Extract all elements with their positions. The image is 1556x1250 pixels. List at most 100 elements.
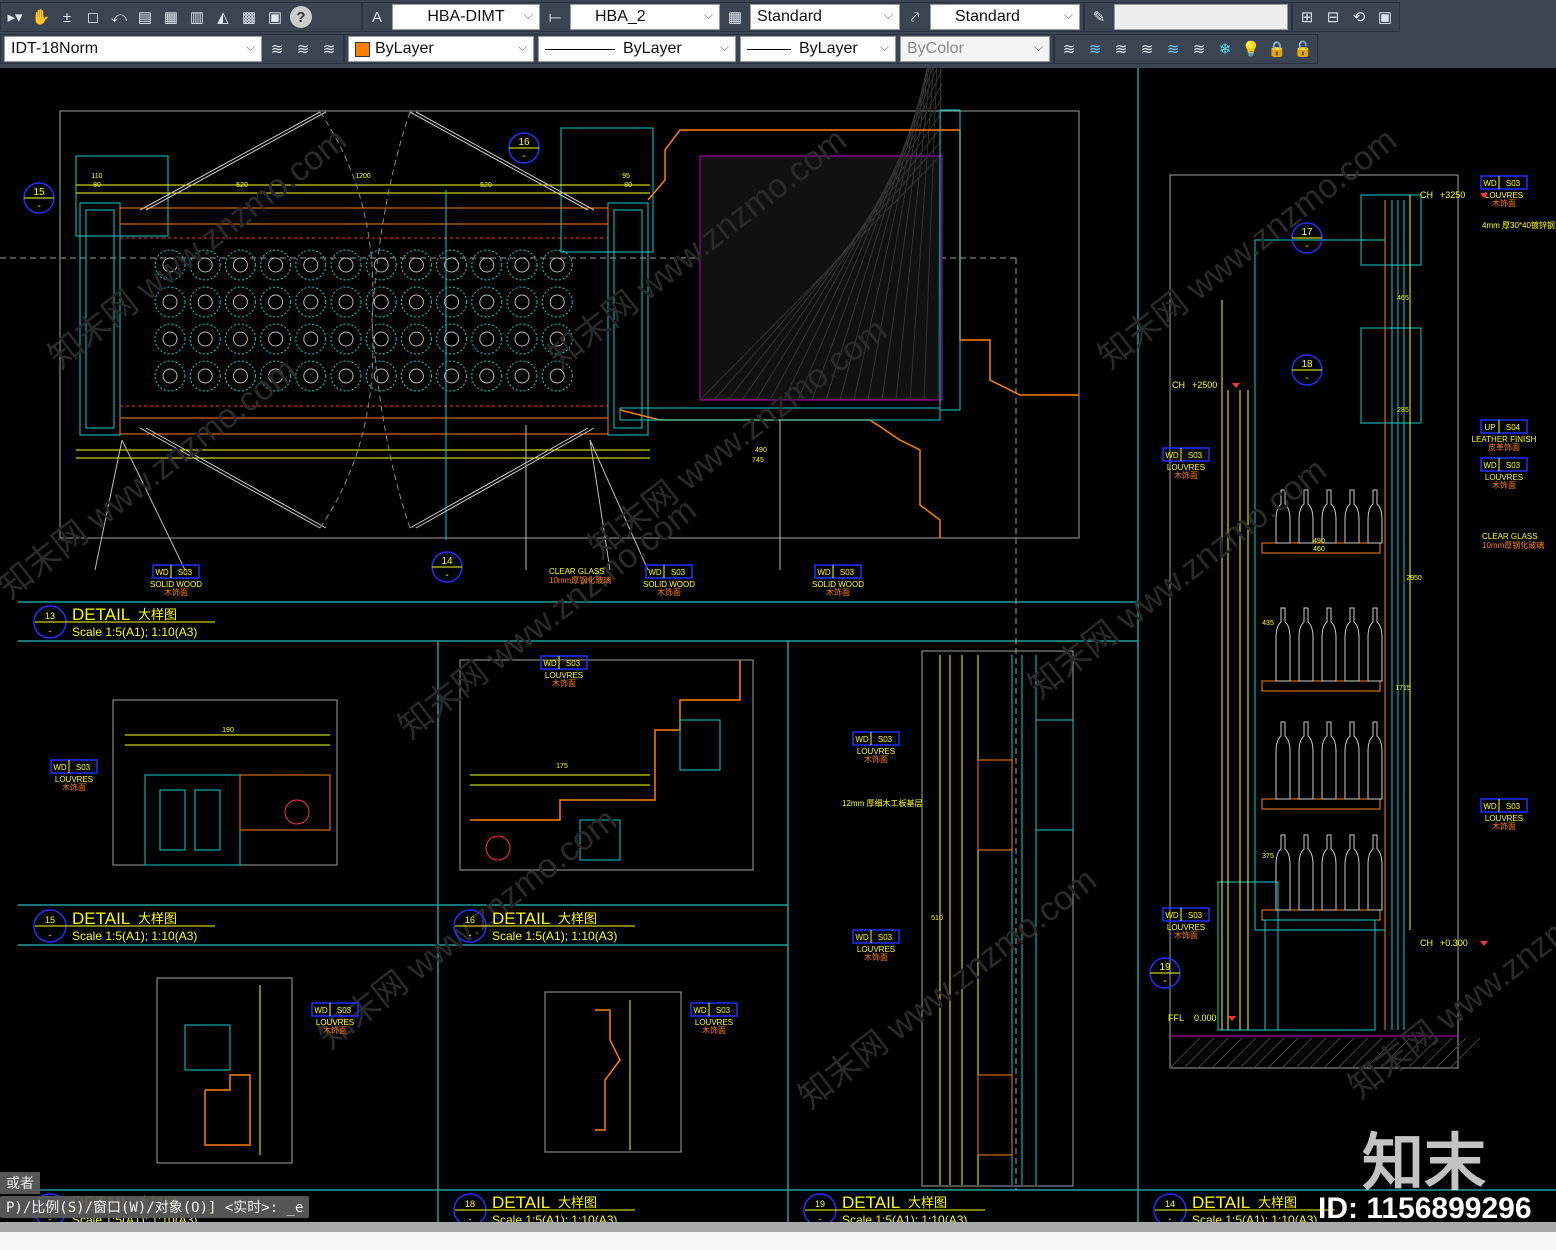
dim-style-icon[interactable]: ⟝ [544,6,566,28]
lineweight-dropdown[interactable]: ByLayer ⌵ [740,36,896,62]
tag-number: S03 [840,568,855,577]
tool-palette-icon[interactable]: ▥ [186,6,208,28]
floor-hatch [1211,1037,1243,1069]
bottle-outline [224,323,256,355]
lineweight-value: ByLayer [799,40,858,57]
table-style-icon[interactable]: ▦ [724,6,746,28]
help-icon[interactable]: ? [290,6,312,28]
design-center-icon[interactable]: ▦ [160,6,182,28]
named-view-icon[interactable]: ✎ [1088,6,1110,28]
linetype-dropdown[interactable]: ByLayer ⌵ [538,36,736,62]
section-block [159,789,186,851]
view-field[interactable] [1114,4,1288,30]
layer-isolate-icon[interactable]: ≋ [1162,38,1184,60]
bottle-neck [162,331,178,347]
bottle-neck [444,257,460,273]
bottle-neck [479,257,495,273]
wine-bottle [1367,489,1383,544]
layer-unisolate-icon[interactable]: ≋ [1188,38,1210,60]
wine-bottle [1321,721,1337,800]
bottle-outline [400,286,432,318]
zoom-previous-icon[interactable]: ⤺ [108,6,130,28]
bottle-neck [408,257,424,273]
mleader-style-icon[interactable]: ⤤ [904,6,926,28]
layer-move-icon[interactable]: ≋ [1110,38,1132,60]
bottle-outline [189,286,221,318]
layer-off-icon[interactable]: 💡 [1240,38,1262,60]
drawing-canvas[interactable]: 知末网 www.znzmo.com 知末网 www.znzmo.com 知末网 ww… [0,68,1556,1222]
detail-title: DETAIL [72,605,130,624]
callout-sheet: - [1305,373,1308,384]
door-leaf [415,111,595,211]
dimension-text: 285 [1397,407,1409,414]
layers-toolbar: IDT-18Norm ⌵ ≋ ≋ ≋ [0,34,344,64]
detail-title: DETAIL [492,909,550,928]
line-sample [545,48,615,50]
layer-make-current-icon[interactable]: ≋ [266,38,288,60]
bottle-outline [436,360,468,392]
level-marker-icon [1228,1016,1236,1021]
bottle-neck [197,368,213,384]
layer-dropdown[interactable]: IDT-18Norm ⌵ [4,36,262,62]
tag-number: S04 [1506,423,1521,432]
floor-hatch [1449,1037,1481,1069]
profile [977,1074,1013,1156]
tag-desc-cn: 木饰面 [323,1025,347,1035]
bottle-outline [154,360,186,392]
select-arrow-icon[interactable]: ▸▾ [4,6,26,28]
text-style-icon[interactable]: A [366,6,388,28]
zoom-window-icon[interactable]: ◻ [82,6,104,28]
mleader-style-dropdown[interactable]: Standard ⌵ [930,4,1080,30]
layer-value: IDT-18Norm [11,40,99,57]
layer-previous-icon[interactable]: ≋ [292,38,314,60]
level-value: +3250 [1440,190,1465,200]
callout-box [1360,327,1422,424]
plotstyle-dropdown[interactable]: ByColor ⌵ [900,36,1050,62]
properties-icon[interactable]: ▤ [134,6,156,28]
status-bar [0,1222,1556,1250]
remove-viewport-icon[interactable]: ⊟ [1322,6,1344,28]
callout-sheet: - [445,570,448,581]
dim-style-dropdown[interactable]: HBA_2 ⌵ [570,4,720,30]
save-viewport-icon[interactable]: ▣ [1374,6,1396,28]
tag-desc-cn: 木饰面 [1174,470,1198,480]
quickcalc-icon[interactable]: ▣ [264,6,286,28]
bottle-neck [479,331,495,347]
dimension-text: 460 [1313,546,1325,553]
callout-sheet: - [522,151,525,162]
fixing-circle [485,835,511,861]
layer-freeze-icon[interactable]: ❄ [1214,38,1236,60]
profile [239,774,331,831]
watermark-text: 知末网 www.znzmo.com [42,121,354,377]
bottle-neck [232,331,248,347]
layer-unlock-icon[interactable]: 🔓 [1292,38,1314,60]
table-style-dropdown[interactable]: Standard ⌵ [750,4,900,30]
bottle-neck [444,331,460,347]
layer-states-icon[interactable]: ≋ [318,38,340,60]
tag-desc-cn: 木饰面 [1492,480,1516,490]
sheet-set-icon[interactable]: ◭ [212,6,234,28]
markup-icon[interactable]: ▩ [238,6,260,28]
restore-viewport-icon[interactable]: ⟲ [1348,6,1370,28]
bottle-outline [330,286,362,318]
zoom-realtime-icon[interactable]: ± [56,6,78,28]
linetype-value: ByLayer [623,40,682,57]
layer-current-icon[interactable]: ≋ [1084,38,1106,60]
shelf [1261,680,1381,692]
text-style-dropdown[interactable]: HBA-DIMT ⌵ [392,4,540,30]
floor-hatch [1309,1037,1341,1069]
tag-code: WD [817,568,831,577]
layer-lock-icon[interactable]: 🔒 [1266,38,1288,60]
pan-hand-icon[interactable]: ✋ [30,6,52,28]
layer-copy-icon[interactable]: ≋ [1136,38,1158,60]
layer-match-icon[interactable]: ≋ [1058,38,1080,60]
color-dropdown[interactable]: ByLayer ⌵ [348,36,534,62]
wine-bottle [1367,721,1383,800]
floor-hatch [1197,1037,1229,1069]
wine-bottle [1275,607,1291,682]
new-viewport-icon[interactable]: ⊞ [1296,6,1318,28]
floor-hatch [1281,1037,1313,1069]
command-line[interactable]: P)/比例(S)/窗口(W)/对象(O)] <实时>: _e [0,1196,310,1218]
bottle-neck [303,294,319,310]
tag-desc-cn: 木饰面 [164,587,188,597]
